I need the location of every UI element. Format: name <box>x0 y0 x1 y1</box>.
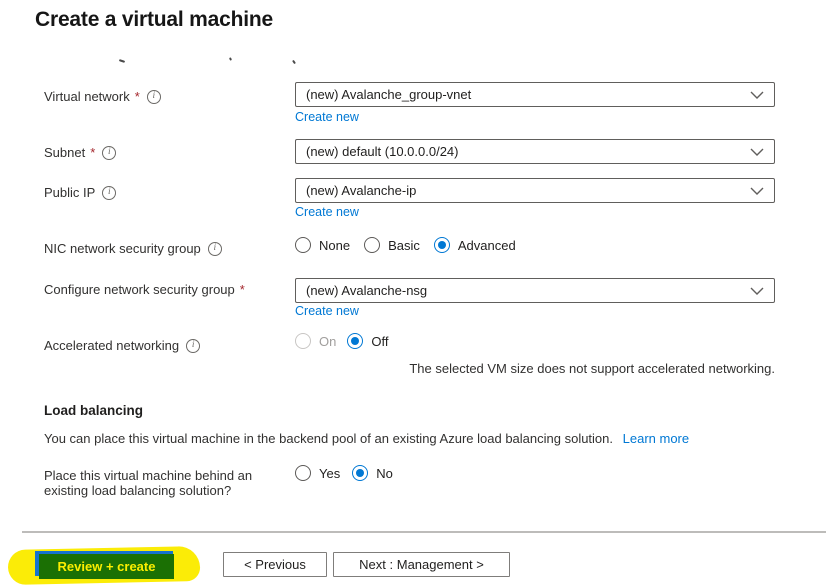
radio-circle <box>295 237 311 253</box>
configure-nsg-label: Configure network security group * <box>44 282 245 297</box>
radio-on: On <box>295 333 336 349</box>
radio-advanced[interactable]: Advanced <box>433 237 516 253</box>
info-icon[interactable]: i <box>186 338 201 353</box>
load-balancer-radio-group: Yes No <box>295 465 393 481</box>
radio-label: Basic <box>388 237 420 253</box>
label-text: NIC network security group <box>44 241 201 256</box>
erased-text-artifact <box>228 57 233 61</box>
label-text: Virtual network <box>44 89 130 104</box>
description-text: You can place this virtual machine in th… <box>44 431 614 446</box>
radio-circle <box>433 237 450 253</box>
accelerated-networking-label: Accelerated networking i <box>44 338 201 353</box>
radio-yes[interactable]: Yes <box>295 465 340 481</box>
radio-circle <box>347 333 364 349</box>
learn-more-link[interactable]: Learn more <box>623 431 689 446</box>
info-icon[interactable]: i <box>207 241 222 256</box>
chevron-down-icon <box>750 187 764 195</box>
subnet-label: Subnet * i <box>44 145 117 160</box>
networking-tab-content: Create a virtual machine Virtual network… <box>0 0 828 586</box>
public-ip-create-new-link[interactable]: Create new <box>295 205 359 219</box>
virtual-network-label: Virtual network * i <box>44 89 161 104</box>
next-management-button[interactable]: Next : Management > <box>333 552 510 577</box>
required-marker: * <box>134 89 140 104</box>
subnet-value: (new) default (10.0.0.0/24) <box>306 144 459 159</box>
load-balancer-question-label: Place this virtual machine behind an exi… <box>44 468 253 498</box>
radio-no[interactable]: No <box>352 465 393 481</box>
radio-circle <box>295 333 311 349</box>
radio-label: On <box>319 333 337 349</box>
previous-button[interactable]: < Previous <box>223 552 327 577</box>
radio-none[interactable]: None <box>295 237 350 253</box>
nic-nsg-label: NIC network security group i <box>44 241 222 256</box>
page-title: Create a virtual machine <box>35 8 273 31</box>
info-icon[interactable]: i <box>102 185 117 200</box>
radio-basic[interactable]: Basic <box>364 237 420 253</box>
virtual-network-select[interactable]: (new) Avalanche_group-vnet <box>295 82 775 107</box>
required-marker: * <box>90 145 96 160</box>
radio-circle <box>352 465 369 481</box>
public-ip-label: Public IP i <box>44 185 117 200</box>
review-create-label: Review + create <box>57 559 156 574</box>
chevron-down-icon <box>750 91 764 99</box>
radio-label: None <box>319 237 351 253</box>
accelerated-networking-radio-group: On Off <box>295 333 388 349</box>
erased-text-artifact <box>292 59 296 65</box>
nic-nsg-radio-group: None Basic Advanced <box>295 237 516 253</box>
radio-circle <box>364 237 381 253</box>
radio-label: Advanced <box>457 237 516 253</box>
virtual-network-create-new-link[interactable]: Create new <box>295 110 359 124</box>
info-icon[interactable]: i <box>102 145 117 160</box>
radio-label: No <box>376 465 393 481</box>
required-marker: * <box>239 282 245 297</box>
label-text: Subnet <box>44 145 86 160</box>
accelerated-networking-note: The selected VM size does not support ac… <box>409 361 775 376</box>
subnet-select[interactable]: (new) default (10.0.0.0/24) <box>295 139 775 164</box>
erased-text-artifact <box>118 59 126 63</box>
radio-label: Off <box>371 333 389 349</box>
public-ip-select[interactable]: (new) Avalanche-ip <box>295 178 775 203</box>
label-text: Configure network security group <box>44 282 235 297</box>
configure-nsg-select[interactable]: (new) Avalanche-nsg <box>295 278 775 303</box>
review-create-button[interactable]: Review + create <box>35 551 174 579</box>
configure-nsg-value: (new) Avalanche-nsg <box>306 283 428 298</box>
chevron-down-icon <box>750 287 764 295</box>
label-text: Public IP <box>44 185 96 200</box>
public-ip-value: (new) Avalanche-ip <box>306 183 417 198</box>
info-icon[interactable]: i <box>146 89 161 104</box>
chevron-down-icon <box>750 148 764 156</box>
label-text: Accelerated networking <box>44 338 180 353</box>
load-balancing-description: You can place this virtual machine in th… <box>44 431 689 446</box>
configure-nsg-create-new-link[interactable]: Create new <box>295 304 359 318</box>
load-balancing-heading: Load balancing <box>44 403 144 418</box>
radio-circle <box>295 465 311 481</box>
footer-divider <box>22 531 826 533</box>
review-create-button-highlighted: Review + create <box>39 554 174 579</box>
radio-off[interactable]: Off <box>347 333 388 349</box>
radio-label: Yes <box>319 465 341 481</box>
virtual-network-value: (new) Avalanche_group-vnet <box>306 87 472 102</box>
